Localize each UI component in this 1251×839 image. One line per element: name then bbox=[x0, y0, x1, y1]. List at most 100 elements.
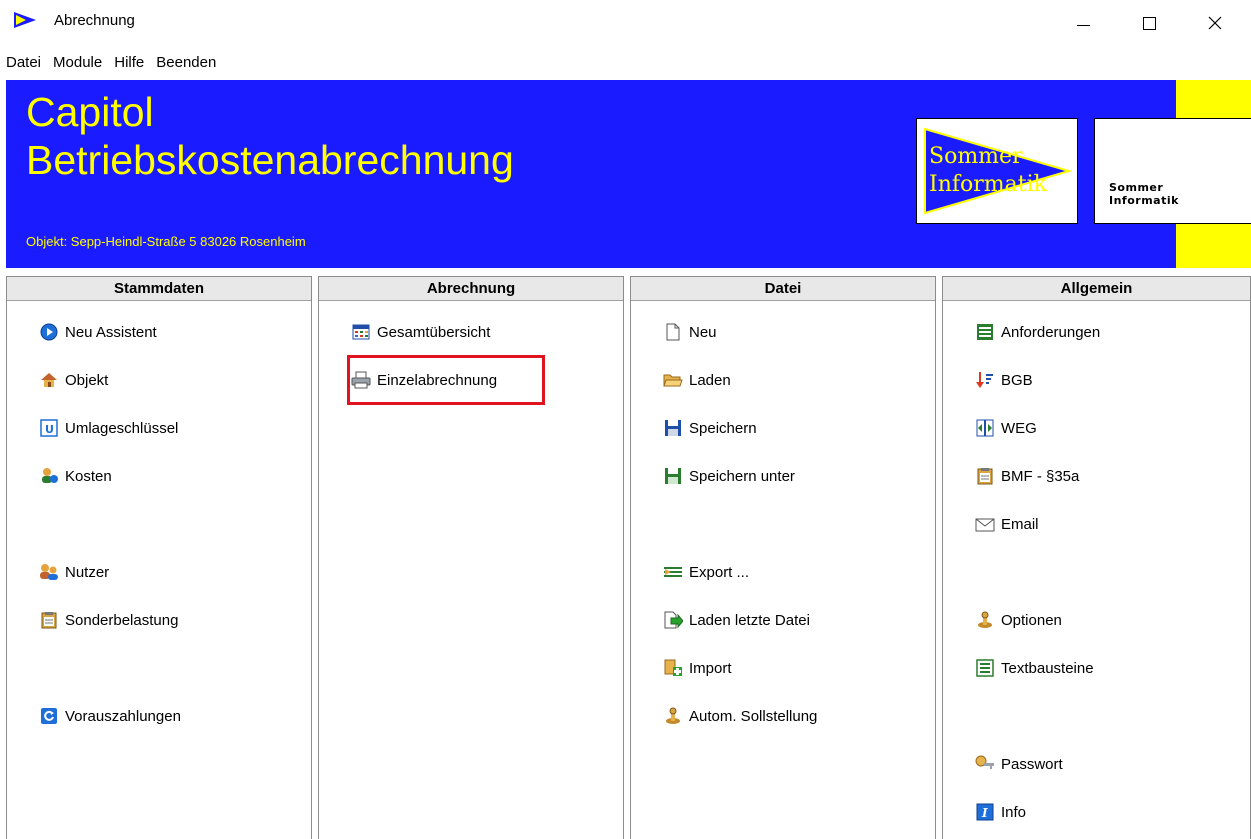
menu-beenden[interactable]: Beenden bbox=[150, 50, 222, 76]
item-optionen[interactable]: Optionen bbox=[975, 607, 1062, 633]
panel-stammdaten: Stammdaten Neu Assistent Objekt U Umlage… bbox=[6, 276, 312, 839]
module-panels: Stammdaten Neu Assistent Objekt U Umlage… bbox=[6, 276, 1251, 839]
svg-text:I: I bbox=[981, 806, 988, 820]
item-label: Laden letzte Datei bbox=[689, 611, 810, 629]
export-icon bbox=[663, 562, 683, 582]
item-gesamtuebersicht[interactable]: Gesamtübersicht bbox=[351, 319, 490, 345]
table-grid-icon bbox=[351, 322, 371, 342]
pennant-letter-i: Informatik bbox=[929, 172, 1048, 197]
svg-text:U: U bbox=[45, 423, 54, 436]
minimize-button[interactable] bbox=[1060, 0, 1106, 46]
item-label: Sonderbelastung bbox=[65, 611, 179, 629]
panel-header-allgemein: Allgemein bbox=[943, 277, 1250, 301]
panel-header-abrechnung: Abrechnung bbox=[319, 277, 623, 301]
item-label: Export ... bbox=[689, 563, 750, 581]
item-kosten[interactable]: Kosten bbox=[39, 463, 112, 489]
item-import[interactable]: Import bbox=[663, 655, 732, 681]
item-label: Objekt bbox=[65, 371, 109, 389]
logo-text: Sommer Informatik bbox=[1109, 181, 1179, 207]
close-button[interactable] bbox=[1192, 0, 1238, 46]
item-vorauszahlungen[interactable]: Vorauszahlungen bbox=[39, 703, 181, 729]
item-sonderbelastung[interactable]: Sonderbelastung bbox=[39, 607, 178, 633]
item-label: Speichern unter bbox=[689, 467, 795, 485]
house-icon bbox=[39, 370, 59, 390]
item-label: Autom. Sollstellung bbox=[689, 707, 818, 725]
item-anforderungen[interactable]: Anforderungen bbox=[975, 319, 1100, 345]
item-label: Optionen bbox=[1001, 611, 1062, 629]
sommer-informatik-pennant-logo: Sommer Informatik bbox=[916, 118, 1078, 224]
item-label: Email bbox=[1001, 515, 1039, 533]
maximize-button[interactable] bbox=[1126, 0, 1172, 46]
folder-open-icon bbox=[663, 370, 683, 390]
item-label: Speichern bbox=[689, 419, 757, 437]
joystick-icon bbox=[663, 706, 683, 726]
pennant-letter-s: Sommer bbox=[929, 144, 1023, 169]
item-weg[interactable]: WEG bbox=[975, 415, 1037, 441]
header-banner: Capitol Betriebskostenabrechnung Objekt:… bbox=[6, 80, 1251, 268]
sort-down-icon bbox=[975, 370, 995, 390]
item-autom-sollstellung[interactable]: Autom. Sollstellung bbox=[663, 703, 817, 729]
item-objekt[interactable]: Objekt bbox=[39, 367, 108, 393]
item-label: Gesamtübersicht bbox=[377, 323, 491, 341]
item-label: Kosten bbox=[65, 467, 112, 485]
item-export[interactable]: Export ... bbox=[663, 559, 749, 585]
close-icon bbox=[1208, 16, 1222, 30]
save-as-disk-icon bbox=[663, 466, 683, 486]
title-bar: Abrechnung bbox=[0, 0, 1251, 46]
item-bgb[interactable]: BGB bbox=[975, 367, 1033, 393]
clipboard-icon bbox=[39, 610, 59, 630]
item-label: Vorauszahlungen bbox=[65, 707, 181, 725]
item-label: Passwort bbox=[1001, 755, 1063, 773]
panel-header-stammdaten: Stammdaten bbox=[7, 277, 311, 301]
menu-bar: Datei Module Hilfe Beenden bbox=[0, 50, 222, 76]
object-address: Objekt: Sepp-Heindl-Straße 5 83026 Rosen… bbox=[26, 234, 306, 249]
item-label: Anforderungen bbox=[1001, 323, 1101, 341]
item-label: Laden bbox=[689, 371, 731, 389]
item-speichern[interactable]: Speichern bbox=[663, 415, 757, 441]
key-user-icon bbox=[975, 754, 995, 774]
panel-header-datei: Datei bbox=[631, 277, 935, 301]
item-info[interactable]: I Info bbox=[975, 799, 1026, 825]
users-icon bbox=[39, 562, 59, 582]
item-label: BGB bbox=[1001, 371, 1033, 389]
item-label: Neu Assistent bbox=[65, 323, 157, 341]
item-label: Import bbox=[689, 659, 732, 677]
logo-text-line2: Informatik bbox=[1109, 194, 1179, 207]
save-disk-icon bbox=[663, 418, 683, 438]
item-label: WEG bbox=[1001, 419, 1037, 437]
item-neu[interactable]: Neu bbox=[663, 319, 717, 345]
banner-title-line1: Capitol bbox=[26, 89, 154, 135]
logo-accent-top bbox=[1176, 80, 1251, 118]
item-nutzer[interactable]: Nutzer bbox=[39, 559, 109, 585]
text-block-icon bbox=[975, 658, 995, 678]
envelope-icon bbox=[975, 514, 995, 534]
item-laden[interactable]: Laden bbox=[663, 367, 731, 393]
import-icon bbox=[663, 658, 683, 678]
new-file-icon bbox=[663, 322, 683, 342]
app-icon bbox=[14, 12, 36, 28]
logo-accent-bottom bbox=[1176, 224, 1251, 268]
u-box-icon: U bbox=[39, 418, 59, 438]
panel-datei: Datei Neu Laden Speichern Speichern unte… bbox=[630, 276, 936, 839]
menu-datei[interactable]: Datei bbox=[0, 50, 47, 76]
sommer-informatik-text-logo: Sommer Informatik bbox=[1094, 118, 1251, 224]
item-email[interactable]: Email bbox=[975, 511, 1039, 537]
item-textbausteine[interactable]: Textbausteine bbox=[975, 655, 1094, 681]
item-laden-letzte-datei[interactable]: Laden letzte Datei bbox=[663, 607, 810, 633]
maximize-icon bbox=[1142, 16, 1156, 30]
menu-hilfe[interactable]: Hilfe bbox=[108, 50, 150, 76]
item-speichern-unter[interactable]: Speichern unter bbox=[663, 463, 795, 489]
panel-abrechnung: Abrechnung Gesamtübersicht Einzelabrechn… bbox=[318, 276, 624, 839]
highlight-einzelabrechnung bbox=[347, 355, 545, 405]
item-umlageschluessel[interactable]: U Umlageschlüssel bbox=[39, 415, 178, 441]
info-icon: I bbox=[975, 802, 995, 822]
menu-module[interactable]: Module bbox=[47, 50, 108, 76]
people-money-icon bbox=[39, 466, 59, 486]
list-icon bbox=[975, 322, 995, 342]
item-neu-assistent[interactable]: Neu Assistent bbox=[39, 319, 157, 345]
item-passwort[interactable]: Passwort bbox=[975, 751, 1063, 777]
panel-allgemein: Allgemein Anforderungen BGB WEG BMF - §3… bbox=[942, 276, 1251, 839]
clipboard-icon bbox=[975, 466, 995, 486]
item-label: Info bbox=[1001, 803, 1027, 821]
item-bmf-35a[interactable]: BMF - §35a bbox=[975, 463, 1079, 489]
